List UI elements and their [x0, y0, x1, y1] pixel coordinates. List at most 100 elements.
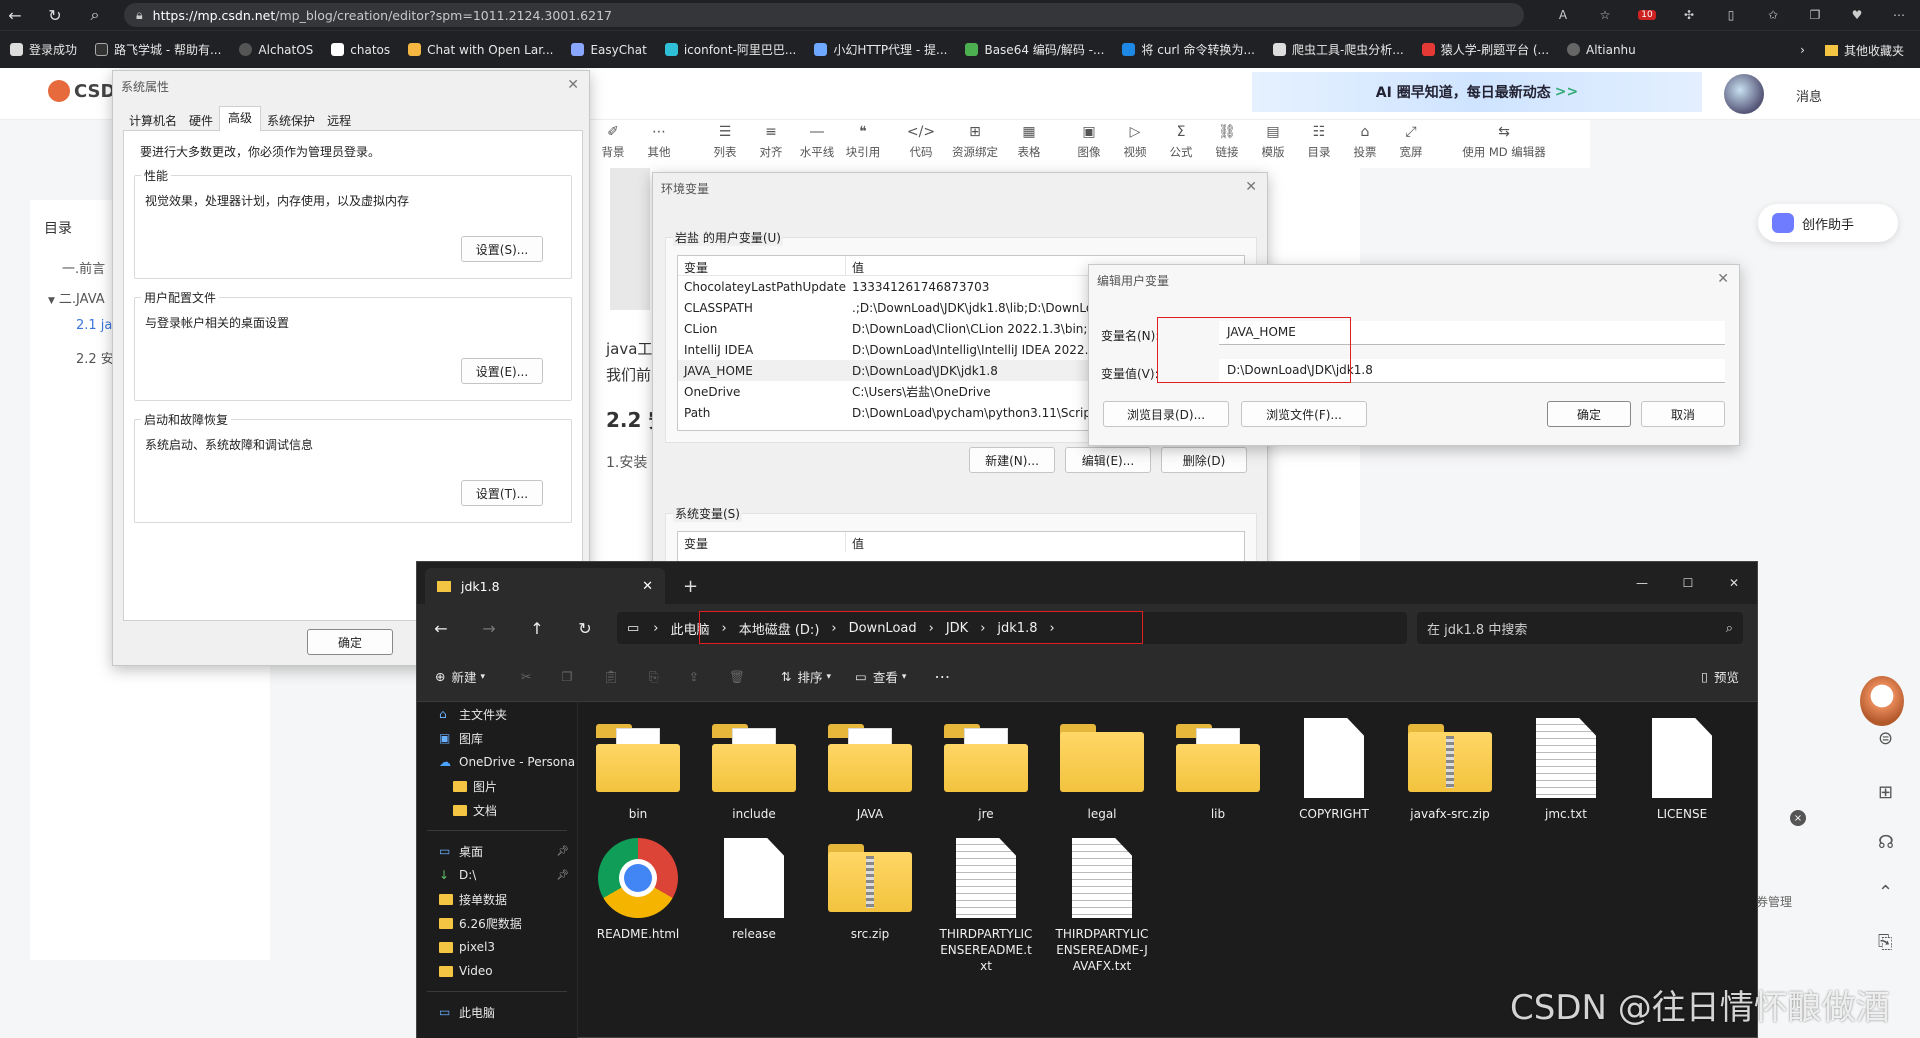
- sidebar-item[interactable]: 文档: [417, 798, 577, 822]
- rename-icon[interactable]: ⎘: [649, 669, 659, 685]
- sidebar-item[interactable]: pixel3: [417, 935, 577, 959]
- mascot-avatar[interactable]: [1860, 676, 1904, 726]
- bookmark-item[interactable]: iconfont-阿里巴巴...: [664, 41, 796, 58]
- pin-icon[interactable]: 📌︎: [556, 870, 569, 881]
- ok-button[interactable]: 确定: [307, 629, 393, 655]
- startup-settings-button[interactable]: 设置(T)...: [461, 480, 543, 506]
- file-item[interactable]: lib: [1168, 716, 1268, 822]
- bookmark-item[interactable]: 将 curl 命令转换为...: [1122, 41, 1255, 58]
- sidebar-item[interactable]: 接单数据: [417, 887, 577, 911]
- bookmark-item[interactable]: 爬虫工具-爬虫分析...: [1272, 41, 1404, 58]
- copy-icon[interactable]: ❐: [562, 669, 573, 684]
- search-box[interactable]: 在 jdk1.8 中搜索 ⌕: [1417, 612, 1743, 644]
- share-icon[interactable]: ⇪: [689, 669, 699, 684]
- up-icon[interactable]: ↑: [513, 619, 561, 638]
- preview-button[interactable]: ▯ 预览: [1701, 667, 1739, 686]
- file-item[interactable]: legal: [1052, 716, 1152, 822]
- tab-computer-name[interactable]: 计算机名: [123, 109, 183, 130]
- bookmark-item[interactable]: 登录成功: [10, 41, 77, 58]
- more-icon[interactable]: ⋯: [1878, 0, 1920, 30]
- delete-icon[interactable]: 🗑︎: [729, 669, 745, 685]
- toolbar-list[interactable]: ☰ 列表: [702, 124, 748, 160]
- bookmark-item[interactable]: chatos: [331, 43, 390, 57]
- bookmark-item[interactable]: 小幻HTTP代理 - 提...: [814, 41, 947, 58]
- bookmark-item[interactable]: Chat with Open Lar...: [408, 43, 553, 57]
- sidebar-item[interactable]: ▭ 桌面 📌︎: [417, 839, 577, 863]
- browse-file-button[interactable]: 浏览文件(F)...: [1241, 401, 1367, 427]
- cut-icon[interactable]: ✂: [521, 669, 531, 684]
- back-icon[interactable]: ←: [0, 0, 30, 30]
- minimize-icon[interactable]: —: [1619, 576, 1665, 590]
- close-circle-icon[interactable]: ×: [1790, 810, 1806, 826]
- bookmark-item[interactable]: 路飞学城 - 帮助有...: [95, 41, 221, 58]
- tab-hardware[interactable]: 硬件: [183, 109, 219, 130]
- tab-system-protection[interactable]: 系统保护: [261, 109, 321, 130]
- avatar[interactable]: [1724, 74, 1764, 114]
- file-item[interactable]: THIRDPARTYLICENSEREADME-JAVAFX.txt: [1052, 836, 1152, 974]
- file-item[interactable]: COPYRIGHT: [1284, 716, 1384, 822]
- headset-icon[interactable]: ☊: [1878, 832, 1894, 853]
- file-item[interactable]: THIRDPARTYLICENSEREADME.txt: [936, 836, 1036, 974]
- favorites-icon[interactable]: ✩: [1752, 0, 1794, 30]
- sidebar-item[interactable]: ↓ D:\ 📌︎: [417, 863, 577, 887]
- toolbar-vote[interactable]: ⌂ 投票: [1342, 124, 1388, 160]
- toolbar-link[interactable]: ⛓︎ 链接: [1204, 124, 1250, 160]
- file-item[interactable]: jmc.txt: [1516, 716, 1616, 822]
- explorer-tab[interactable]: jdk1.8 ✕: [425, 568, 665, 604]
- view-button[interactable]: ▭ 查看 ▾: [855, 667, 906, 686]
- toolbar-code[interactable]: </> 代码: [898, 124, 944, 160]
- file-item[interactable]: release: [704, 836, 804, 942]
- reload-icon[interactable]: ↻: [40, 0, 70, 30]
- file-item[interactable]: README.html: [588, 836, 688, 942]
- bookmark-item[interactable]: EasyChat: [571, 43, 647, 57]
- sidebar-item[interactable]: 图片: [417, 774, 577, 798]
- file-item[interactable]: include: [704, 716, 804, 822]
- coupon-label[interactable]: 券管理: [1756, 893, 1792, 910]
- performance-settings-button[interactable]: 设置(S)...: [461, 236, 543, 262]
- back-to-top-icon[interactable]: ⌃: [1878, 882, 1893, 903]
- toolbar-md-editor[interactable]: ⇆ 使用 MD 编辑器: [1454, 124, 1554, 160]
- toolbar-image[interactable]: ▣ 图像: [1066, 124, 1112, 160]
- tab-remote[interactable]: 远程: [321, 109, 357, 130]
- toc-item[interactable]: ▼ 二.JAVA: [48, 288, 105, 307]
- extensions-icon[interactable]: ✣: [1668, 0, 1710, 30]
- collections-icon[interactable]: ❐: [1794, 0, 1836, 30]
- qrcode-icon[interactable]: ⊞: [1878, 782, 1893, 803]
- close-icon[interactable]: ✕: [567, 77, 579, 93]
- bookmark-item[interactable]: Altianhu: [1567, 43, 1636, 57]
- delete-button[interactable]: 删除(D): [1161, 447, 1247, 473]
- toolbar-formula[interactable]: Σ 公式: [1158, 124, 1204, 160]
- toolbar-quote[interactable]: ❝ 块引用: [840, 124, 886, 160]
- toolbar-widescreen[interactable]: ⤢ 宽屏: [1388, 124, 1434, 160]
- maximize-icon[interactable]: ☐: [1665, 576, 1711, 590]
- ai-banner[interactable]: AI 圈早知道，每日最新动态 >>: [1252, 72, 1702, 112]
- read-aloud-icon[interactable]: A: [1542, 0, 1584, 30]
- gift-icon[interactable]: ⊜: [1878, 728, 1893, 749]
- file-item[interactable]: javafx-src.zip: [1400, 716, 1500, 822]
- translate-icon[interactable]: ⎘: [1878, 932, 1892, 953]
- toolbar-table[interactable]: ▦ 表格: [1006, 124, 1052, 160]
- messages-link[interactable]: 消息: [1796, 86, 1822, 105]
- toolbar-other[interactable]: ⋯ 其他: [636, 124, 682, 160]
- back-icon[interactable]: ←: [417, 619, 465, 638]
- file-item[interactable]: bin: [588, 716, 688, 822]
- new-button[interactable]: 新建(N)...: [969, 447, 1055, 473]
- toolbar-video[interactable]: ▷ 视频: [1112, 124, 1158, 160]
- refresh-icon[interactable]: ↻: [561, 619, 609, 638]
- toolbar-background[interactable]: ✐ 背景: [590, 124, 636, 160]
- split-screen-icon[interactable]: ▯: [1710, 0, 1752, 30]
- more-icon[interactable]: ⋯: [934, 667, 950, 686]
- extension-badge-icon[interactable]: 10: [1626, 0, 1668, 30]
- new-tab-icon[interactable]: +: [683, 568, 698, 604]
- other-bookmarks[interactable]: › 其他收藏夹: [1800, 31, 1904, 68]
- toolbar-toc[interactable]: ☷ 目录: [1296, 124, 1342, 160]
- profile-settings-button[interactable]: 设置(E)...: [461, 358, 543, 384]
- close-icon[interactable]: ✕: [1717, 271, 1729, 287]
- bookmark-item[interactable]: AlchatOS: [239, 43, 313, 57]
- search-icon[interactable]: ⌕: [80, 0, 110, 30]
- close-icon[interactable]: ✕: [1245, 179, 1257, 195]
- col-variable[interactable]: 变量: [678, 532, 846, 552]
- paste-icon[interactable]: 📋︎: [603, 669, 619, 685]
- forward-icon[interactable]: →: [465, 619, 513, 638]
- sidebar-item[interactable]: ☁ OneDrive - Persona: [417, 750, 577, 774]
